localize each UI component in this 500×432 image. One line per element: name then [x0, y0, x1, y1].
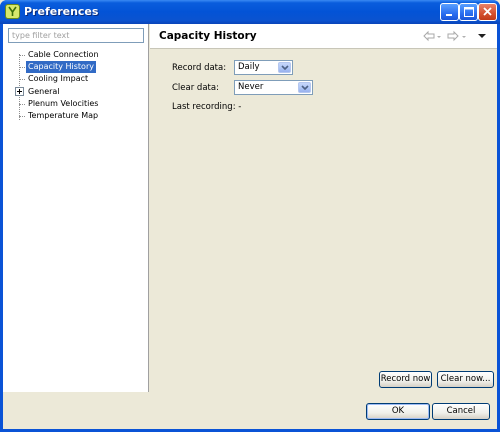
record-data-label: Record data: [172, 63, 227, 73]
minimize-icon [446, 14, 452, 16]
tree-item-temperature-map[interactable]: Temperature Map [26, 110, 100, 122]
back-arrow-icon [423, 30, 435, 42]
clear-data-select[interactable]: Never [234, 80, 313, 95]
clear-data-value: Never [238, 82, 264, 92]
chevron-down-icon [437, 36, 441, 38]
forward-button[interactable] [447, 30, 459, 42]
back-history-dropdown[interactable] [436, 30, 442, 42]
dialog-body: Cable Connection Capacity History Coolin… [3, 24, 497, 429]
record-data-value: Daily [238, 62, 260, 72]
tree-item-cooling-impact[interactable]: Cooling Impact [26, 73, 90, 85]
filter-input[interactable] [8, 28, 144, 43]
tree-item-cable-connection[interactable]: Cable Connection [26, 49, 101, 61]
maximize-button[interactable] [459, 3, 478, 21]
maximize-icon [464, 7, 474, 17]
close-button[interactable] [478, 3, 497, 21]
dropdown-arrow[interactable] [278, 62, 291, 73]
clear-data-label: Clear data: [172, 83, 219, 93]
preferences-tree-panel: Cable Connection Capacity History Coolin… [3, 24, 149, 392]
close-icon [483, 7, 492, 16]
ok-button[interactable]: OK [366, 403, 430, 420]
chevron-down-icon [462, 36, 466, 38]
minimize-button[interactable] [440, 3, 459, 21]
page-header: Capacity History [150, 24, 497, 49]
chevron-down-icon [281, 65, 289, 71]
app-icon [5, 4, 20, 19]
tree-item-general[interactable]: General [26, 86, 62, 98]
forward-arrow-icon [447, 30, 459, 42]
page-title: Capacity History [159, 30, 257, 42]
preferences-window: Preferences Cable Connection Capacity Hi… [0, 0, 500, 432]
dropdown-arrow[interactable] [298, 82, 311, 93]
cancel-button[interactable]: Cancel [432, 403, 490, 420]
title-bar[interactable]: Preferences [0, 0, 500, 24]
chevron-down-icon [301, 85, 309, 91]
preference-page: Capacity History Record data: Daily Clea… [150, 24, 497, 392]
plus-icon [17, 89, 22, 94]
expand-general-button[interactable] [15, 87, 24, 96]
forward-history-dropdown[interactable] [461, 30, 467, 42]
record-now-button[interactable]: Record now [379, 371, 432, 388]
tree-item-capacity-history[interactable]: Capacity History [26, 61, 96, 73]
tree-item-plenum-velocities[interactable]: Plenum Velocities [26, 98, 100, 110]
last-recording-text: Last recording: - [172, 102, 242, 112]
back-button[interactable] [423, 30, 435, 42]
record-data-select[interactable]: Daily [234, 60, 293, 75]
view-menu-icon [478, 34, 486, 38]
view-menu-button[interactable] [477, 30, 487, 42]
window-title: Preferences [24, 5, 99, 18]
clear-now-button[interactable]: Clear now... [437, 371, 494, 388]
